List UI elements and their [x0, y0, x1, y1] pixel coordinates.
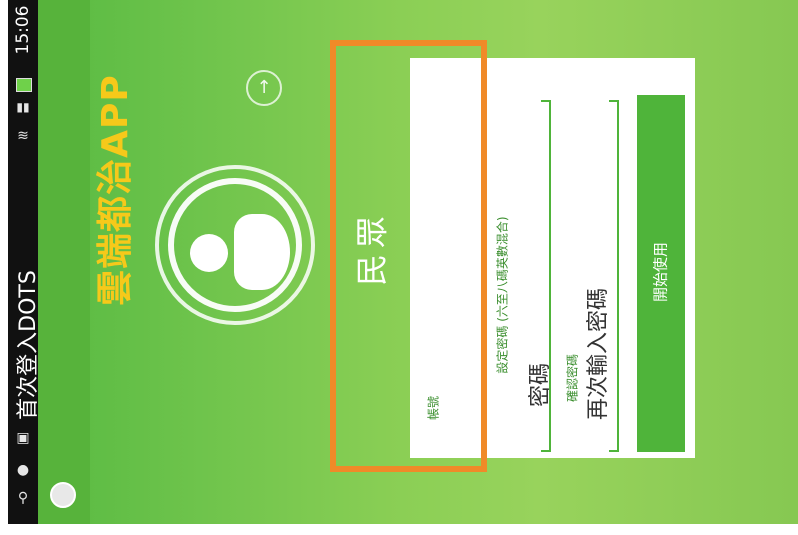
highlight-annotation	[330, 40, 487, 472]
signal-icon: ▮▮	[16, 100, 30, 114]
password-underline-tick	[541, 100, 549, 102]
password-label: 設定密碼 (六至八碼英數混合)	[495, 216, 510, 374]
confirm-underline	[617, 100, 619, 452]
image-icon: ▣	[16, 430, 30, 446]
person-body-icon	[234, 214, 290, 290]
upload-icon[interactable]: ↑	[246, 70, 282, 106]
bottom-margin	[0, 524, 798, 535]
confirm-underline-tick	[609, 100, 617, 102]
battery-icon	[16, 78, 32, 92]
status-bar: ⚲ ● ▣ ≋ ▮▮ 15:06	[8, 0, 38, 524]
status-time: 15:06	[13, 5, 33, 55]
action-bar-title: 首次登入DOTS	[16, 270, 41, 420]
password-underline	[549, 100, 551, 452]
usb-icon: ⚲	[17, 490, 29, 506]
confirm-underline-tick	[609, 450, 617, 452]
dots-logo-icon	[50, 482, 76, 508]
confirm-password-label: 確認密碼	[565, 353, 580, 403]
app-name: 雲端都治APP	[95, 74, 136, 306]
start-button-label: 開始使用	[651, 241, 670, 303]
wifi-icon: ≋	[17, 128, 29, 144]
confirm-password-field[interactable]: 再次輸入密碼	[580, 288, 612, 420]
password-underline-tick	[541, 450, 549, 452]
app-icon: ●	[16, 462, 30, 478]
action-bar	[38, 0, 90, 524]
person-head-icon	[190, 234, 228, 272]
